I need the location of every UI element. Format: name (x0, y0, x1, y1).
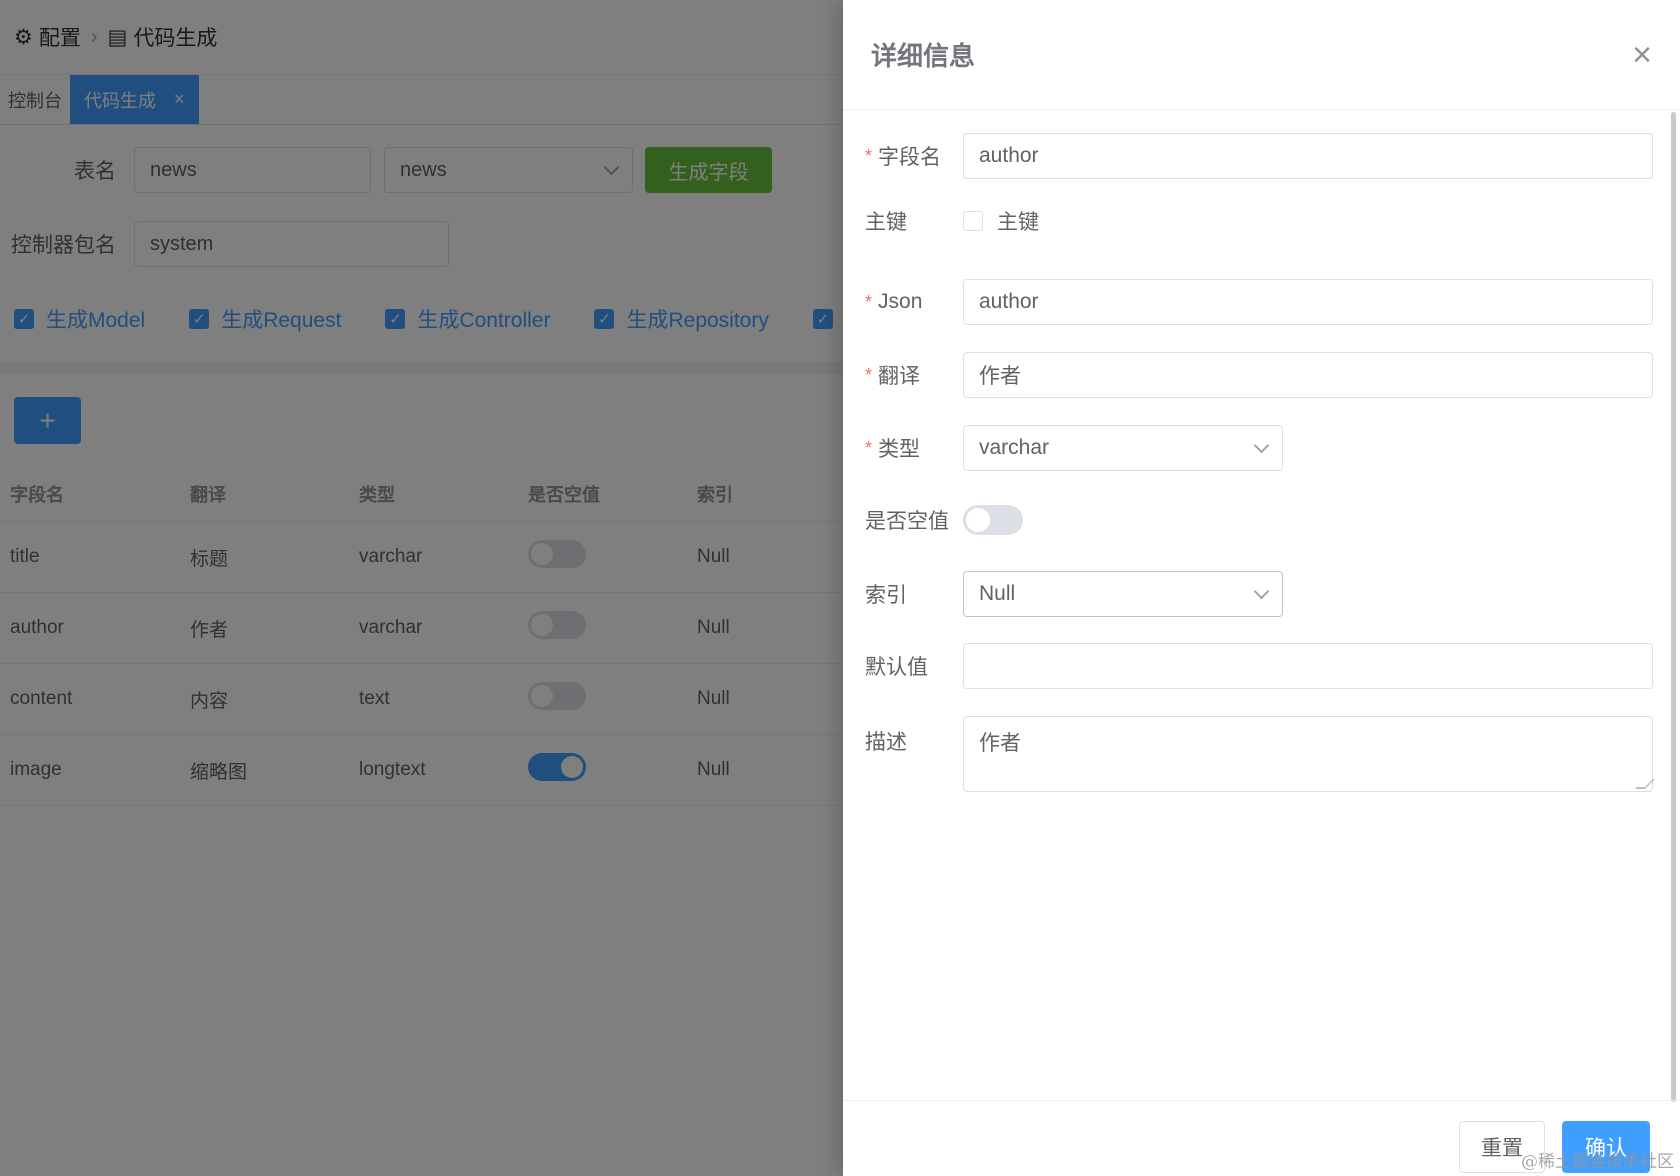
type-select[interactable]: varchar (963, 425, 1283, 471)
default-value-input[interactable] (963, 643, 1653, 689)
required-asterisk: * (865, 437, 873, 458)
primary-key-row: 主键 主键 (865, 206, 1039, 236)
translation-input[interactable]: 作者 (963, 352, 1653, 398)
input-value: author (979, 144, 1039, 167)
label-text: 字段名 (878, 146, 942, 169)
drawer-header: 详细信息 × (843, 0, 1680, 110)
type-row: * 类型 varchar (865, 425, 1283, 471)
index-row: 索引 Null (865, 571, 1283, 617)
nullable-row: 是否空值 (865, 505, 1023, 535)
primary-key-checkbox[interactable]: 主键 (963, 206, 1039, 236)
type-label: * 类型 (865, 433, 963, 463)
select-value: varchar (979, 436, 1050, 459)
textarea-value: 作者 (979, 732, 1021, 755)
watermark: @稀土掘金技术社区 (1521, 1152, 1674, 1172)
description-label: 描述 (865, 731, 907, 754)
json-row: * Json author (865, 279, 1653, 325)
close-icon[interactable]: × (1632, 38, 1652, 72)
label-text: 翻译 (878, 365, 921, 388)
default-value-label: 默认值 (865, 656, 928, 679)
input-value: author (979, 290, 1039, 313)
translation-label: * 翻译 (865, 360, 963, 390)
field-name-label: * 字段名 (865, 141, 963, 171)
nullable-label: 是否空值 (865, 510, 949, 533)
field-name-row: * 字段名 author (865, 133, 1653, 179)
index-label: 索引 (865, 584, 907, 607)
chevron-down-icon (1253, 437, 1270, 453)
label-text: Json (878, 290, 923, 313)
checkbox-label: 主键 (997, 211, 1039, 234)
json-label: * Json (865, 290, 963, 314)
field-name-input[interactable]: author (963, 133, 1653, 179)
json-input[interactable]: author (963, 279, 1653, 325)
description-textarea[interactable]: 作者 (963, 716, 1655, 792)
input-value: 作者 (979, 365, 1021, 388)
nullable-toggle[interactable] (963, 505, 1023, 535)
required-asterisk: * (865, 364, 873, 385)
label-text: 类型 (878, 438, 921, 461)
primary-key-label: 主键 (865, 211, 907, 234)
scrollbar[interactable] (1671, 112, 1676, 1102)
resize-handle-icon[interactable] (1635, 779, 1655, 789)
translation-row: * 翻译 作者 (865, 352, 1653, 398)
default-value-row: 默认值 (865, 643, 1653, 689)
checkbox-unchecked-icon (963, 211, 983, 231)
description-row: 描述 作者 (865, 716, 1655, 792)
index-select[interactable]: Null (963, 571, 1283, 617)
select-value: Null (979, 582, 1016, 605)
button-label: 重置 (1481, 1137, 1523, 1160)
field-detail-drawer: 详细信息 × * 字段名 author 主键 主键 * Json author * 翻… (843, 0, 1680, 1176)
required-asterisk: * (865, 291, 873, 312)
chevron-down-icon (1253, 583, 1270, 599)
required-asterisk: * (865, 145, 873, 166)
drawer-title: 详细信息 (871, 41, 976, 71)
